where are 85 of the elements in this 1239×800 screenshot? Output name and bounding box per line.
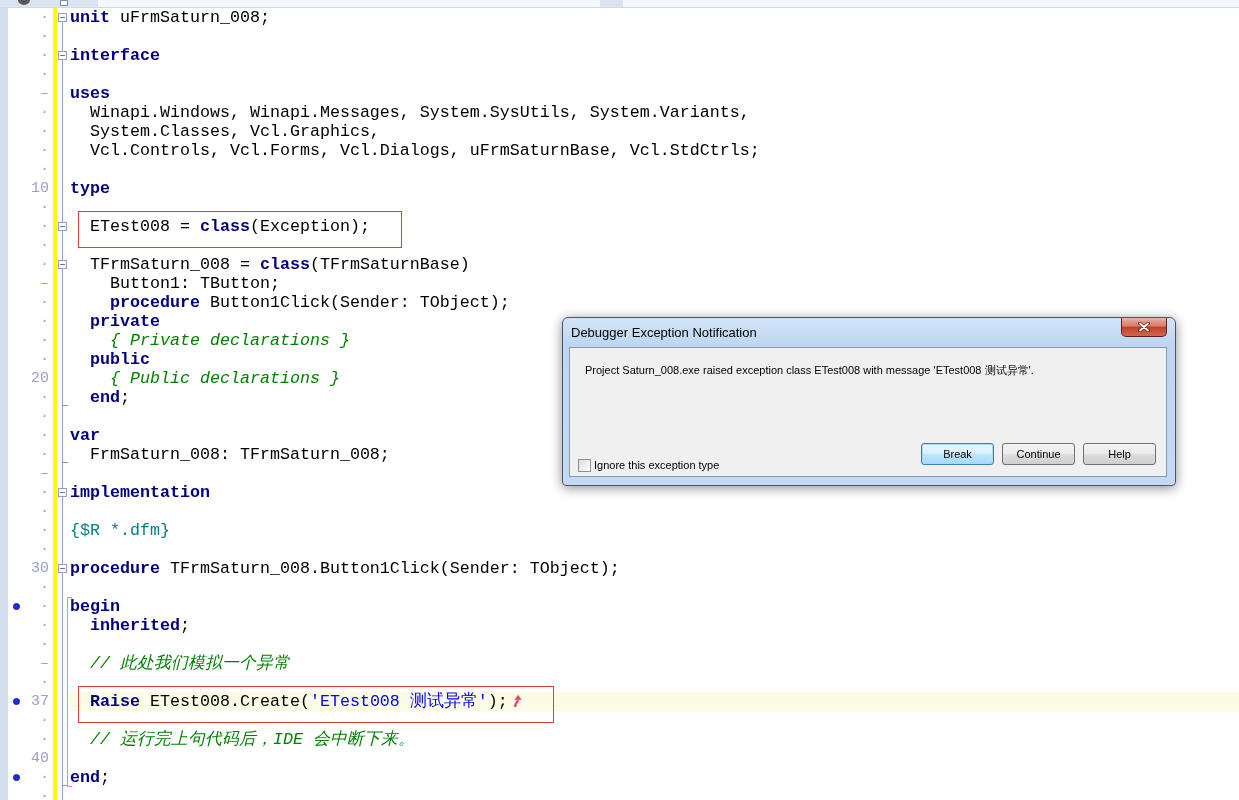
code-line: ETest008 = class(Exception); [90,217,370,236]
code-line: procedure Button1Click(Sender: TObject); [110,293,510,312]
gutter-mark: · [40,502,49,521]
collapse-icon[interactable] [58,51,67,60]
gutter-mark: · [40,255,49,274]
code-line: Vcl.Controls, Vcl.Forms, Vcl.Dialogs, uFrmSaturnBase, Vcl.StdCtrls; [90,141,760,160]
gutter-mark: · [40,616,49,635]
close-button[interactable] [1121,318,1167,337]
gutter-mark: · [40,331,49,350]
dialog-button[interactable]: Continue [1002,443,1075,465]
collapse-icon[interactable] [58,488,67,497]
code-line: unit uFrmSaturn_008; [70,8,270,27]
close-icon [1138,322,1150,332]
gutter-mark: – [40,464,49,483]
message-text: Project Saturn_008.exe raised exception class ETest008 with message 'ETest008 测试异常'. [584,363,1035,378]
gutter-mark: · [40,46,49,65]
gutter-mark: · [40,65,49,84]
gutter-mark: · [40,521,49,540]
code-line: interface [70,46,160,65]
gutter-mark: · [40,293,49,312]
code-line: // 运行完上句代码后，IDE 会中断下来。 [90,730,415,749]
gutter-mark: · [40,8,49,27]
gutter-mark: · [40,540,49,559]
gutter-mark: · [40,730,49,749]
collapse-icon[interactable] [58,222,67,231]
code-line: end; [90,388,130,407]
gutter-mark: · [40,217,49,236]
gutter-mark: · [40,483,49,502]
code-line: System.Classes, Vcl.Graphics, [90,122,380,141]
gutter-mark: · [40,787,49,800]
gutter-mark: – [40,654,49,673]
code-line: uses [70,84,110,103]
code-line: { Public declarations } [110,369,340,388]
code-line: FrmSaturn_008: TFrmSaturn_008; [90,445,390,464]
code-line: inherited; [90,616,190,635]
gutter-mark: · [40,388,49,407]
gutter-mark: 40 [31,749,49,768]
code-line: private [90,312,160,331]
code-line: Raise ETest008.Create('ETest008 测试异常'); [90,692,508,711]
gutter-mark: · [40,711,49,730]
code-line: Winapi.Windows, Winapi.Messages, System.SysUtils, System.Variants, [90,103,750,122]
gutter-mark: · [40,27,49,46]
gutter-mark: · [40,597,49,616]
gutter-mark: · [40,407,49,426]
gutter-mark: · [40,312,49,331]
dialog-button[interactable]: Break [921,443,994,465]
collapse-icon[interactable] [58,260,67,269]
dialog-title: Debugger Exception Notification [571,325,757,340]
code-line: procedure TFrmSaturn_008.Button1Click(Sender: TObject); [70,559,620,578]
dialog-button[interactable]: Help [1083,443,1156,465]
collapse-icon[interactable] [58,13,67,22]
gutter-mark: – [40,84,49,103]
code-line: public [90,350,150,369]
code-line: Button1: TButton; [110,274,280,293]
gutter-mark: · [40,635,49,654]
gutter-mark: – [40,274,49,293]
checkbox-label[interactable]: Ignore this exception type [594,458,720,472]
gutter-mark: 20 [31,369,49,388]
gutter-mark: · [40,350,49,369]
gutter-mark: · [40,141,49,160]
code-line: var [70,426,100,445]
gutter-mark: · [40,198,49,217]
gutter-mark: · [40,768,49,787]
checkbox[interactable] [578,458,591,472]
code-line: {$R *.dfm} [70,521,170,540]
gutter-mark: 10 [31,179,49,198]
gutter-mark: 37 [31,692,49,711]
code-line: { Private declarations } [110,331,350,350]
gutter-mark: · [40,236,49,255]
gutter-mark: · [40,445,49,464]
gutter-mark: · [40,160,49,179]
gutter-mark: · [40,122,49,141]
gutter-mark: · [40,673,49,692]
code-line: begin [70,597,120,616]
gutter-mark: · [40,103,49,122]
code-line: // 此处我们模拟一个异常 [90,654,290,673]
code-line: end; [70,768,110,787]
gutter-mark: · [40,426,49,445]
code-line: type [70,179,110,198]
code-line: TFrmSaturn_008 = class(TFrmSaturnBase) [90,255,470,274]
file-icon [60,0,68,6]
code-line: implementation [70,483,210,502]
collapse-icon[interactable] [58,564,67,573]
gutter-mark: 30 [31,559,49,578]
gutter-mark: · [40,578,49,597]
